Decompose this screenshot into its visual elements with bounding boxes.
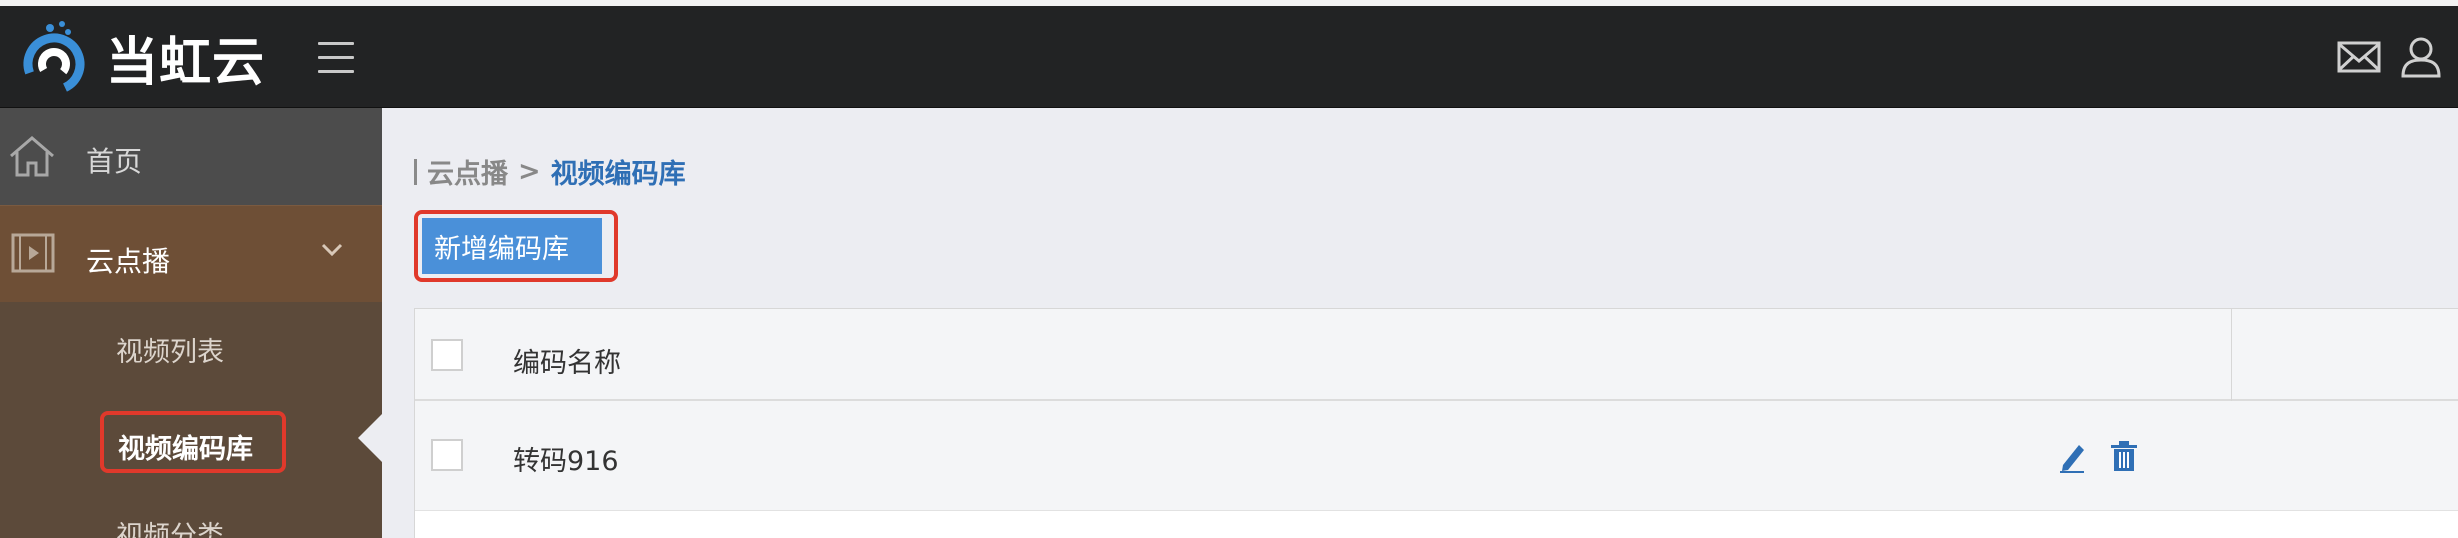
breadcrumb-separator: >: [518, 156, 541, 187]
add-codec-library-button[interactable]: 新增编码库: [422, 218, 602, 274]
top-header: 当虹云: [0, 6, 2458, 108]
add-button-highlight: 新增编码库: [414, 210, 618, 282]
breadcrumb-bar: [414, 158, 417, 185]
home-icon: [8, 134, 56, 182]
sidebar-subitem-video-category[interactable]: 视频分类: [116, 514, 224, 538]
row-checkbox[interactable]: [431, 439, 463, 471]
sidebar-subitem-video-list[interactable]: 视频列表: [116, 330, 224, 369]
breadcrumb: 云点播 > 视频编码库: [414, 152, 686, 191]
delete-icon[interactable]: [2109, 439, 2139, 473]
column-header-codec-name: 编码名称: [513, 348, 621, 379]
brand-logo[interactable]: 当虹云: [10, 16, 265, 98]
brand-name: 当虹云: [106, 32, 266, 93]
breadcrumb-parent[interactable]: 云点播: [427, 152, 508, 191]
breadcrumb-current: 视频编码库: [550, 159, 686, 190]
edit-icon[interactable]: [2057, 439, 2087, 473]
user-icon[interactable]: [2398, 36, 2444, 78]
column-divider: [2231, 309, 2232, 401]
sidebar: 首页 云点播 视频列表 视频编码库 视频分类: [0, 108, 382, 538]
sidebar-item-home[interactable]: 首页: [0, 108, 382, 205]
codec-table: 编码名称 转码916: [414, 308, 2458, 538]
film-icon: [10, 232, 56, 278]
sidebar-item-label: 首页: [86, 145, 143, 178]
table-header: 编码名称: [415, 309, 2458, 401]
sidebar-subitem-label: 视频编码库: [118, 434, 253, 465]
sidebar-item-vod[interactable]: 云点播: [0, 205, 382, 302]
main-content: 云点播 > 视频编码库 新增编码库 编码名称 转码916: [382, 108, 2458, 538]
select-all-checkbox[interactable]: [431, 339, 463, 371]
mail-icon[interactable]: [2336, 36, 2382, 78]
logo-icon: [23, 21, 85, 95]
active-pointer: [358, 414, 382, 462]
menu-icon[interactable]: [318, 42, 354, 76]
chevron-down-icon[interactable]: [320, 242, 344, 262]
sidebar-item-label: 云点播: [86, 245, 171, 278]
sidebar-subitem-video-codec-library[interactable]: 视频编码库: [100, 411, 286, 473]
table-row: 转码916: [415, 401, 2458, 511]
codec-name-cell: 转码916: [513, 446, 619, 477]
